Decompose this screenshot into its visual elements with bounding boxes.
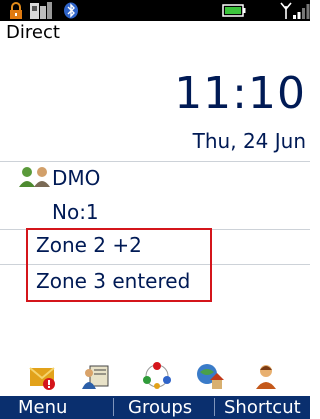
- lock-icon: [10, 2, 22, 19]
- group-name[interactable]: DMO: [52, 166, 100, 190]
- battery-icon: [222, 4, 246, 17]
- bluetooth-icon: [64, 2, 78, 19]
- highlight-box: [26, 228, 212, 302]
- softkey-bar: Menu Groups Shortcut: [0, 396, 310, 419]
- menu-softkey[interactable]: Menu: [18, 397, 67, 418]
- signal-bars-icon: [293, 4, 310, 19]
- softkey-separator: [113, 398, 114, 416]
- status-bar: [0, 0, 310, 21]
- shortcut-softkey[interactable]: Shortcut: [224, 397, 301, 418]
- clock-date: Thu, 24 Jun: [192, 129, 306, 153]
- groups-softkey[interactable]: Groups: [128, 397, 192, 418]
- home-globe-icon[interactable]: [196, 362, 224, 390]
- mode-label: Direct: [6, 22, 60, 43]
- clock-time: 11:10: [174, 68, 306, 119]
- group-users-icon: [19, 167, 50, 187]
- contacts-icon[interactable]: [82, 362, 110, 390]
- divider: [0, 161, 310, 162]
- network-icon[interactable]: [143, 362, 171, 390]
- device-icon: [30, 2, 52, 19]
- user-icon[interactable]: [252, 362, 280, 390]
- mail-alert-icon[interactable]: [28, 362, 56, 390]
- antenna-icon: [280, 2, 292, 19]
- softkey-separator: [214, 398, 215, 416]
- group-number: No:1: [52, 200, 99, 224]
